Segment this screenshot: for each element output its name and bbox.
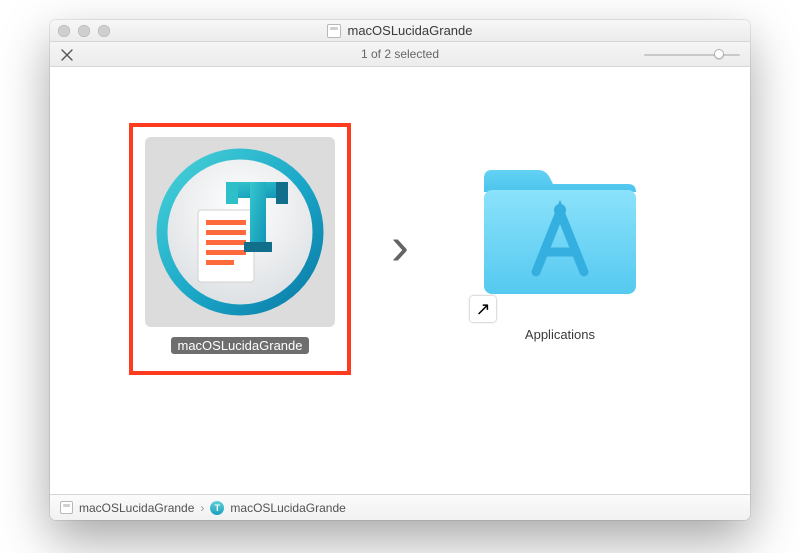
window-title: macOSLucidaGrande	[327, 23, 472, 38]
applications-item[interactable]: ↗ Applications	[465, 148, 655, 343]
action-button[interactable]	[58, 46, 76, 64]
zoom-button[interactable]	[98, 25, 110, 37]
path-bar[interactable]: macOSLucidaGrande › T macOSLucidaGrande	[50, 494, 750, 520]
alias-badge-icon: ↗	[470, 296, 496, 322]
dmg-installer-window: macOSLucidaGrande 1 of 2 selected	[50, 20, 750, 520]
items-row: macOSLucidaGrande ›	[50, 137, 750, 354]
chevron-right-icon: ›	[200, 501, 204, 515]
applications-folder-icon: ↗	[476, 148, 644, 316]
app-item-label: macOSLucidaGrande	[171, 337, 308, 354]
close-button[interactable]	[58, 25, 70, 37]
applications-item-label: Applications	[519, 326, 601, 343]
window-title-text: macOSLucidaGrande	[347, 23, 472, 38]
disk-icon	[327, 24, 341, 38]
drag-arrow-glyph: ›	[391, 219, 409, 273]
app-mini-icon: T	[210, 501, 224, 515]
app-lucida-grande-icon	[156, 148, 324, 316]
content-area[interactable]: macOSLucidaGrande ›	[50, 67, 750, 494]
app-icon-selection	[145, 137, 335, 327]
toolbar: 1 of 2 selected	[50, 42, 750, 67]
app-item[interactable]: macOSLucidaGrande	[145, 137, 335, 354]
path-segment-app[interactable]: macOSLucidaGrande	[230, 501, 345, 515]
x-icon	[60, 48, 74, 62]
disk-icon	[60, 501, 73, 514]
window-controls	[58, 25, 110, 37]
slider-track	[644, 54, 740, 56]
path-segment-volume[interactable]: macOSLucidaGrande	[79, 501, 194, 515]
slider-thumb[interactable]	[714, 49, 724, 59]
selection-status-text: 1 of 2 selected	[361, 47, 439, 61]
icon-size-slider[interactable]	[644, 52, 740, 58]
titlebar[interactable]: macOSLucidaGrande	[50, 20, 750, 42]
minimize-button[interactable]	[78, 25, 90, 37]
